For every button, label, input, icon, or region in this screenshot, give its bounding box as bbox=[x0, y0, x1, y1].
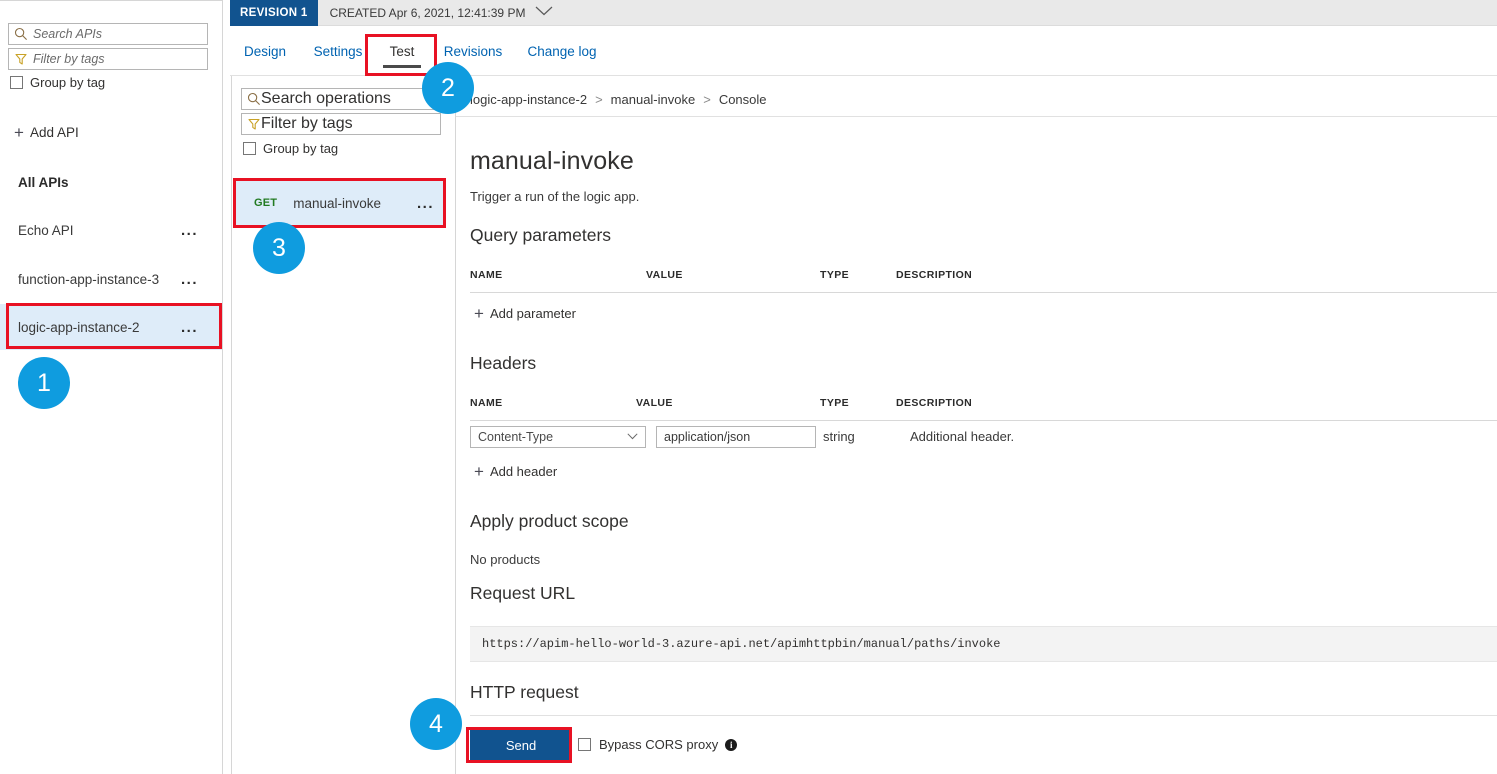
info-icon[interactable]: i bbox=[725, 739, 737, 751]
group-by-tag-label: Group by tag bbox=[30, 75, 105, 90]
header-name-select[interactable]: Content-Type bbox=[470, 426, 646, 448]
add-api-button[interactable]: + Add API bbox=[14, 124, 79, 141]
operation-name-label: manual-invoke bbox=[293, 196, 381, 211]
checkbox-box[interactable] bbox=[578, 738, 591, 751]
bypass-cors-proxy-label: Bypass CORS proxy bbox=[599, 737, 718, 752]
filter-icon bbox=[14, 52, 28, 66]
breadcrumb-item-operation[interactable]: manual-invoke bbox=[611, 92, 696, 107]
add-header-label: Add header bbox=[490, 464, 557, 479]
plus-icon: + bbox=[14, 124, 24, 141]
tab-test[interactable]: Test bbox=[383, 26, 421, 76]
plus-icon: + bbox=[474, 305, 484, 322]
filter-by-tags-placeholder: Filter by tags bbox=[33, 52, 105, 66]
breadcrumb-separator: > bbox=[595, 92, 603, 107]
headers-table-header: NAME VALUE TYPE DESCRIPTION bbox=[470, 397, 1497, 421]
column-header-name: NAME bbox=[470, 269, 503, 281]
group-by-tag-checkbox-operations[interactable]: Group by tag bbox=[243, 141, 338, 156]
chevron-down-icon[interactable] bbox=[627, 432, 638, 443]
search-icon bbox=[14, 27, 28, 41]
filter-by-tags-input[interactable]: Filter by tags bbox=[8, 48, 208, 70]
breadcrumb-separator: > bbox=[703, 92, 711, 107]
operation-item-manual-invoke[interactable]: GET manual-invoke ... bbox=[236, 180, 446, 226]
add-parameter-label: Add parameter bbox=[490, 306, 576, 321]
all-apis-heading: All APIs bbox=[18, 175, 69, 190]
query-parameters-table-header: NAME VALUE TYPE DESCRIPTION bbox=[470, 269, 1497, 293]
breadcrumb-item-api[interactable]: logic-app-instance-2 bbox=[470, 92, 587, 107]
request-url-box: https://apim-hello-world-3.azure-api.net… bbox=[470, 626, 1497, 662]
revision-badge: REVISION 1 bbox=[230, 0, 318, 26]
revision-bar: REVISION 1 CREATED Apr 6, 2021, 12:41:39… bbox=[230, 0, 1497, 26]
breadcrumb: logic-app-instance-2 > manual-invoke > C… bbox=[470, 86, 767, 112]
revision-created-text: CREATED Apr 6, 2021, 12:41:39 PM bbox=[330, 6, 526, 20]
column-header-value: VALUE bbox=[646, 269, 683, 281]
http-request-divider bbox=[470, 715, 1497, 716]
add-api-label: Add API bbox=[30, 125, 79, 140]
request-url-text: https://apim-hello-world-3.azure-api.net… bbox=[482, 637, 1000, 651]
chevron-down-icon[interactable] bbox=[535, 6, 553, 19]
plus-icon: + bbox=[474, 463, 484, 480]
column-header-description: DESCRIPTION bbox=[896, 397, 972, 409]
column-header-description: DESCRIPTION bbox=[896, 269, 972, 281]
bypass-cors-proxy-checkbox[interactable]: Bypass CORS proxy i bbox=[578, 737, 737, 752]
group-by-tag-checkbox-apis[interactable]: Group by tag bbox=[10, 75, 105, 90]
filter-icon bbox=[247, 117, 261, 131]
search-apis-placeholder: Search APIs bbox=[33, 27, 102, 41]
header-name-value: Content-Type bbox=[478, 430, 553, 444]
request-url-heading: Request URL bbox=[470, 583, 575, 604]
panel-divider bbox=[231, 0, 232, 774]
sidebar-item-logic-app-instance-2[interactable]: logic-app-instance-2 ... bbox=[0, 304, 222, 350]
step-badge-3: 3 bbox=[253, 222, 305, 274]
sidebar-item-echo-api[interactable]: Echo API ... bbox=[0, 207, 222, 253]
breadcrumb-item-console[interactable]: Console bbox=[719, 92, 767, 107]
operations-panel: Search operations Filter by tags Group b… bbox=[222, 0, 456, 774]
operation-description: Trigger a run of the logic app. bbox=[470, 189, 639, 204]
tab-design[interactable]: Design bbox=[239, 26, 291, 76]
tab-change-log[interactable]: Change log bbox=[522, 26, 602, 76]
step-badge-4: 4 bbox=[410, 698, 462, 750]
search-icon bbox=[247, 92, 261, 106]
api-name-label: logic-app-instance-2 bbox=[18, 320, 140, 335]
http-request-heading: HTTP request bbox=[470, 682, 579, 703]
step-badge-2: 2 bbox=[422, 62, 474, 114]
search-operations-input[interactable]: Search operations bbox=[241, 88, 441, 110]
add-header-button[interactable]: + Add header bbox=[474, 463, 557, 480]
search-apis-input[interactable]: Search APIs bbox=[8, 23, 208, 45]
column-header-name: NAME bbox=[470, 397, 503, 409]
table-row: Content-Type string Additional header. bbox=[470, 426, 1497, 456]
context-menu-icon[interactable]: ... bbox=[181, 222, 198, 239]
context-menu-icon[interactable]: ... bbox=[181, 319, 198, 336]
query-parameters-heading: Query parameters bbox=[470, 225, 611, 246]
group-by-tag-label: Group by tag bbox=[263, 141, 338, 156]
http-method-badge: GET bbox=[254, 197, 277, 209]
api-name-label: Echo API bbox=[18, 223, 74, 238]
header-description-label: Additional header. bbox=[910, 429, 1014, 444]
filter-operations-placeholder: Filter by tags bbox=[261, 115, 353, 133]
add-parameter-button[interactable]: + Add parameter bbox=[474, 305, 576, 322]
sidebar-item-function-app-instance-3[interactable]: function-app-instance-3 ... bbox=[0, 256, 222, 302]
column-header-type: TYPE bbox=[820, 397, 849, 409]
step-badge-1: 1 bbox=[18, 357, 70, 409]
header-value-input[interactable] bbox=[656, 426, 816, 448]
send-button[interactable]: Send bbox=[470, 730, 572, 760]
api-management-test-console: Search APIs Filter by tags Group by tag … bbox=[0, 0, 1497, 774]
column-header-value: VALUE bbox=[636, 397, 673, 409]
filter-operations-input[interactable]: Filter by tags bbox=[241, 113, 441, 135]
api-name-label: function-app-instance-3 bbox=[18, 272, 159, 287]
tab-settings[interactable]: Settings bbox=[309, 26, 367, 76]
checkbox-box[interactable] bbox=[10, 76, 23, 89]
no-products-text: No products bbox=[470, 552, 540, 567]
search-operations-placeholder: Search operations bbox=[261, 90, 391, 108]
checkbox-box[interactable] bbox=[243, 142, 256, 155]
apply-product-scope-heading: Apply product scope bbox=[470, 511, 629, 532]
column-header-type: TYPE bbox=[820, 269, 849, 281]
test-console-content: manual-invoke Trigger a run of the logic… bbox=[456, 117, 1497, 774]
header-type-label: string bbox=[823, 429, 855, 444]
context-menu-icon[interactable]: ... bbox=[181, 271, 198, 288]
headers-heading: Headers bbox=[470, 353, 536, 374]
context-menu-icon[interactable]: ... bbox=[417, 195, 434, 212]
page-title: manual-invoke bbox=[470, 147, 634, 176]
tabs-bar: Design Settings Test Revisions Change lo… bbox=[230, 26, 1497, 76]
